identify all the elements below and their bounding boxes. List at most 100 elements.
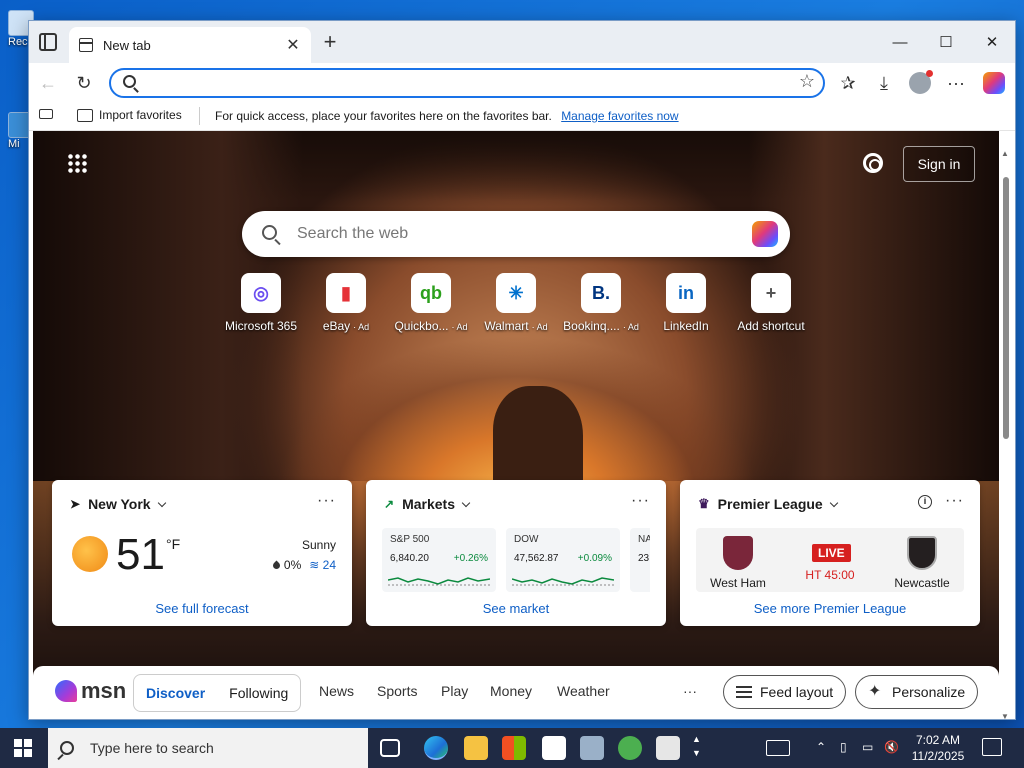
address-input[interactable] <box>147 73 777 93</box>
web-search-input[interactable] <box>297 223 717 245</box>
market-change: +0.09% <box>577 553 612 564</box>
scroll-up-arrow-icon[interactable]: ▲ <box>1001 149 1009 158</box>
favorite-star-icon[interactable]: ☆ <box>799 71 815 92</box>
favorites-bar: Import favorites For quick access, place… <box>29 101 1015 131</box>
network-app-icon[interactable] <box>618 736 642 760</box>
windows-start-icon[interactable] <box>14 739 32 757</box>
shortcut-label: Add shortcut <box>737 319 805 333</box>
copilot-icon[interactable] <box>752 221 778 247</box>
task-view-icon[interactable] <box>380 739 400 757</box>
edge-browser-icon[interactable] <box>424 736 448 760</box>
shortcut-glyph: ✳ <box>508 282 524 303</box>
mail-icon[interactable] <box>542 736 566 760</box>
scroll-down-arrow-icon[interactable]: ▼ <box>1001 712 1009 719</box>
weather-more-button[interactable]: ··· <box>317 492 336 510</box>
new-tab-page: Sign in ◎ Microsoft 365 ▮ eBay· Ad qb Quickbo… <box>33 131 999 719</box>
info-icon[interactable]: i <box>918 495 932 509</box>
control-panel-icon[interactable] <box>656 736 680 760</box>
wind-icon: ≋ <box>309 558 323 572</box>
feed-layout-button[interactable]: Feed layout <box>723 675 847 709</box>
shortcut-microsoft-365[interactable]: ◎ Microsoft 365 <box>216 273 306 333</box>
web-search-box[interactable] <box>242 211 790 257</box>
profile-avatar[interactable] <box>909 70 933 94</box>
shortcut-glyph: B. <box>592 282 610 303</box>
ad-badge: · Ad <box>531 322 548 332</box>
shortcut-linkedin[interactable]: in LinkedIn <box>641 273 731 333</box>
premier-league-card[interactable]: ♛ Premier League i ··· West Ham LIVE HT … <box>680 480 980 626</box>
shortcut-add-shortcut[interactable]: + Add shortcut <box>726 273 816 333</box>
shortcut-walmart[interactable]: ✳ Walmart · Ad <box>471 273 561 333</box>
maximize-button[interactable]: ☐ <box>923 29 969 57</box>
away-team-name: Newcastle <box>894 576 950 590</box>
shortcut-quickbo[interactable]: qb Quickbo... · Ad <box>386 273 476 333</box>
network-icon[interactable]: ▭ <box>862 740 873 754</box>
msn-logo[interactable]: msn <box>55 678 126 704</box>
more-categories-button[interactable]: ··· <box>683 683 697 699</box>
remote-desktop-icon[interactable] <box>580 736 604 760</box>
copilot-icon[interactable] <box>983 72 1005 94</box>
manage-favorites-link[interactable]: Manage favorites now <box>561 109 678 123</box>
see-more-league-link[interactable]: See more Premier League <box>680 601 980 616</box>
weather-card[interactable]: ➤ New York ··· 51 °F Sunny 0% ≋ 24 See f… <box>52 480 352 626</box>
see-market-link[interactable]: See market <box>366 601 666 616</box>
league-title: Premier League <box>717 496 823 512</box>
tab-actions-icon[interactable] <box>39 33 57 51</box>
tab-following[interactable]: Following <box>229 685 288 701</box>
nav-play[interactable]: Play <box>441 683 468 699</box>
refresh-button[interactable]: ↻ <box>71 70 97 96</box>
more-menu-icon[interactable]: ··· <box>943 70 969 96</box>
live-match[interactable]: West Ham LIVE HT 45:00 Newcastle <box>696 528 964 592</box>
markets-card[interactable]: ↗ Markets ··· S&P 500 6,840.20 +0.26% DOW… <box>366 480 666 626</box>
nav-news[interactable]: News <box>319 683 354 699</box>
market-tile-nasdaq[interactable]: NA 23, <box>630 528 650 592</box>
nav-weather[interactable]: Weather <box>557 683 610 699</box>
ad-badge: · Ad <box>353 322 370 332</box>
app-launcher-icon[interactable] <box>67 153 87 173</box>
market-tile-dow[interactable]: DOW 47,562.87 +0.09% <box>506 528 620 592</box>
taskbar-search-box[interactable]: Type here to search <box>48 728 368 768</box>
minimize-button[interactable]: — <box>877 29 923 57</box>
ad-badge: · Ad <box>622 322 639 332</box>
league-header[interactable]: ♛ Premier League <box>698 496 838 512</box>
market-tile-sp500[interactable]: S&P 500 6,840.20 +0.26% <box>382 528 496 592</box>
downloads-icon[interactable]: ⤓ <box>871 70 897 96</box>
market-name: NA <box>638 534 650 545</box>
shortcut-ebay[interactable]: ▮ eBay · Ad <box>301 273 391 333</box>
keyboard-layout-icon[interactable] <box>766 740 790 756</box>
taskbar-overflow-icon[interactable]: ▲ ▼ <box>692 732 701 760</box>
scrollbar-thumb[interactable] <box>1003 177 1009 439</box>
volume-muted-icon[interactable]: 🔇 <box>884 740 899 754</box>
back-button[interactable]: ← <box>35 70 61 96</box>
favorites-message-text: For quick access, place your favorites h… <box>215 109 552 123</box>
personalize-button[interactable]: Personalize <box>855 675 979 709</box>
navigation-toolbar: ← ↻ ☆ ✰ ⤓ ··· <box>29 63 1015 101</box>
shortcut-tile-icon: ▮ <box>326 273 366 313</box>
close-window-button[interactable]: ✕ <box>969 29 1015 57</box>
microsoft-store-icon[interactable] <box>502 736 526 760</box>
import-favorites-button[interactable]: Import favorites <box>77 108 182 122</box>
notification-center-icon[interactable] <box>982 738 1002 756</box>
sign-in-button[interactable]: Sign in <box>903 146 975 182</box>
tab-new-tab[interactable]: New tab ✕ <box>69 27 311 63</box>
league-more-button[interactable]: ··· <box>945 492 964 510</box>
precipitation-value: 0% <box>283 558 302 572</box>
weather-header[interactable]: ➤ New York <box>70 496 166 512</box>
battery-icon[interactable]: ▯ <box>840 740 847 754</box>
show-hidden-icons-icon[interactable]: ⌃ <box>816 740 826 754</box>
clock-date: 11/2/2025 <box>911 749 965 763</box>
shortcut-bookinq[interactable]: B. Bookinq.... · Ad <box>556 273 646 333</box>
tab-discover[interactable]: Discover <box>146 685 205 701</box>
settings-gear-icon[interactable] <box>863 153 883 173</box>
nav-sports[interactable]: Sports <box>377 683 417 699</box>
page-scrollbar[interactable]: ▲ ▼ <box>999 149 1011 719</box>
shortcut-glyph: ▮ <box>341 282 351 303</box>
address-bar[interactable]: ☆ <box>109 68 825 98</box>
shortcut-tile-icon: in <box>666 273 706 313</box>
system-clock[interactable]: 7:02 AM 11/2/2025 <box>906 732 970 764</box>
new-tab-button[interactable]: + <box>319 31 341 53</box>
file-explorer-icon[interactable] <box>464 736 488 760</box>
nav-money[interactable]: Money <box>490 683 532 699</box>
see-full-forecast-link[interactable]: See full forecast <box>52 601 352 616</box>
close-tab-icon[interactable]: ✕ <box>285 35 301 55</box>
favorites-icon[interactable]: ✰ <box>835 70 861 96</box>
